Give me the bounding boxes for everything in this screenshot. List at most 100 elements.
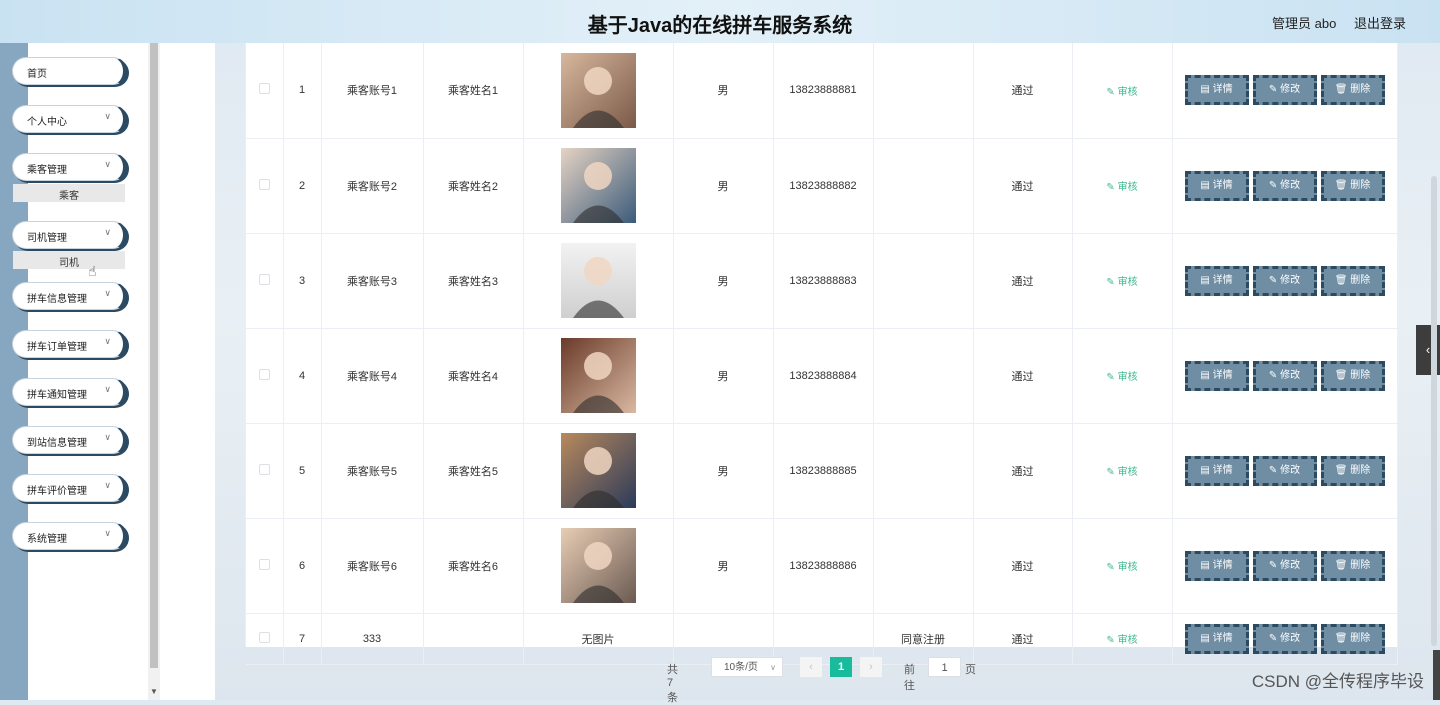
row-checkbox[interactable] (258, 83, 270, 95)
chevron-down-icon: ∨ (104, 384, 111, 394)
sidebar-item-5[interactable]: 拼车信息管理 ∨ (12, 282, 127, 310)
audit-link[interactable]: ✎ 审核 (1106, 635, 1137, 646)
passenger-photo (560, 528, 636, 603)
detail-button[interactable]: ▤ 详情 (1184, 75, 1249, 106)
row-checkbox[interactable] (258, 558, 270, 570)
sidebar-item-label: 个人中心 (27, 117, 67, 128)
content-gutter (160, 43, 215, 700)
detail-button[interactable]: ▤ 详情 (1184, 550, 1249, 581)
goto-page-input[interactable]: 1 (928, 657, 961, 677)
edit-button[interactable]: ✎ 修改 (1252, 455, 1317, 486)
row-index: 1 (298, 84, 306, 97)
passenger-name: 乘客姓名4 (447, 370, 499, 383)
passenger-account: 乘客账号4 (346, 370, 398, 383)
sidebar-item-label: 到站信息管理 (27, 438, 87, 449)
audit-status: 通过 (1011, 85, 1034, 98)
passenger-account: 乘客账号6 (346, 560, 398, 573)
next-page-button[interactable]: › (860, 657, 882, 677)
chevron-down-icon: ∨ (104, 336, 111, 346)
sidebar-item-4[interactable]: 司机管理 ∨ (12, 221, 127, 249)
edit-button[interactable]: ✎ 修改 (1252, 170, 1317, 201)
watermark: CSDN @全传程序毕设 (1251, 672, 1424, 691)
prev-page-button[interactable]: ‹ (800, 657, 822, 677)
row-index: 2 (298, 179, 306, 192)
audit-status: 通过 (1011, 370, 1034, 383)
bottom-scroll-thumb[interactable] (1433, 650, 1440, 700)
row-checkbox[interactable] (258, 463, 270, 475)
edit-button[interactable]: ✎ 修改 (1252, 550, 1317, 581)
audit-link[interactable]: ✎ 审核 (1106, 87, 1137, 98)
sidebar-item-3[interactable]: 乘客管理 ∨ (12, 153, 127, 181)
passenger-phone: 13823888885 (789, 464, 857, 477)
sidebar-item-label: 拼车信息管理 (27, 294, 87, 305)
page-size-select[interactable]: 10条/页 ∨ (711, 657, 783, 677)
chevron-down-icon: ∨ (104, 480, 111, 490)
sidebar-item-1[interactable]: 首页 (12, 57, 127, 85)
audit-link[interactable]: ✎ 审核 (1106, 562, 1137, 573)
sidebar-item-label: 拼车评价管理 (27, 486, 87, 497)
delete-button[interactable]: 🗑 删除 (1320, 170, 1385, 201)
audit-status: 通过 (1011, 633, 1034, 646)
row-checkbox[interactable] (258, 273, 270, 285)
chevron-down-icon: ∨ (104, 159, 111, 169)
delete-button[interactable]: 🗑 删除 (1320, 455, 1385, 486)
detail-button[interactable]: ▤ 详情 (1184, 265, 1249, 296)
passenger-gender: 男 (717, 560, 729, 573)
user-label: 管理员 abo (1272, 16, 1337, 31)
delete-button[interactable]: 🗑 删除 (1320, 75, 1385, 106)
submenu-item[interactable]: 乘客 (13, 184, 125, 202)
sidebar-item-label: 司机管理 (27, 233, 67, 244)
sidebar-item-8[interactable]: 到站信息管理 ∨ (12, 426, 127, 454)
scroll-down-arrow-icon[interactable]: ▼ (150, 687, 158, 696)
audit-link[interactable]: ✎ 审核 (1106, 182, 1137, 193)
detail-button[interactable]: ▤ 详情 (1184, 170, 1249, 201)
chevron-down-icon: ∨ (770, 663, 776, 672)
row-index: 5 (298, 464, 306, 477)
delete-button[interactable]: 🗑 删除 (1320, 265, 1385, 296)
passenger-phone: 13823888886 (789, 559, 857, 572)
sidebar-item-label: 拼车通知管理 (27, 390, 87, 401)
content-scrollbar[interactable] (1428, 43, 1440, 646)
submenu-item[interactable]: 司机 (13, 251, 125, 269)
detail-button[interactable]: ▤ 详情 (1184, 360, 1249, 391)
row-index: 4 (298, 369, 306, 382)
sidebar-strip (0, 43, 28, 700)
edit-button[interactable]: ✎ 修改 (1252, 75, 1317, 106)
edit-button[interactable]: ✎ 修改 (1252, 623, 1317, 654)
row-index: 3 (298, 274, 306, 287)
edit-button[interactable]: ✎ 修改 (1252, 360, 1317, 391)
sidebar-item-7[interactable]: 拼车通知管理 ∨ (12, 378, 127, 406)
sidebar-item-label: 乘客管理 (27, 165, 67, 176)
page-1-button[interactable]: 1 (830, 657, 852, 677)
logout-link[interactable]: 退出登录 (1354, 16, 1406, 31)
delete-button[interactable]: 🗑 删除 (1320, 550, 1385, 581)
row-checkbox[interactable] (258, 368, 270, 380)
detail-button[interactable]: ▤ 详情 (1184, 455, 1249, 486)
sidebar-item-9[interactable]: 拼车评价管理 ∨ (12, 474, 127, 502)
audit-status: 通过 (1011, 180, 1034, 193)
sidebar-item-label: 拼车订单管理 (27, 342, 87, 353)
passenger-account: 乘客账号1 (346, 85, 398, 98)
table-row: 3 乘客账号3 乘客姓名3 男 13823888883 通过 ✎ 审核 ▤ 详情 ✎ 修改 🗑 删… (246, 233, 1398, 329)
edit-button[interactable]: ✎ 修改 (1252, 265, 1317, 296)
total-count: 共 7 条 (667, 664, 678, 704)
sidebar-item-label: 系统管理 (27, 534, 67, 545)
audit-link[interactable]: ✎ 审核 (1106, 277, 1137, 288)
row-checkbox[interactable] (258, 631, 270, 643)
sidebar-scrollbar[interactable]: ▼ (148, 43, 160, 700)
audit-link[interactable]: ✎ 审核 (1106, 467, 1137, 478)
detail-button[interactable]: ▤ 详情 (1184, 623, 1249, 654)
sidebar-item-6[interactable]: 拼车订单管理 ∨ (12, 330, 127, 358)
sidebar-scroll-thumb[interactable] (150, 43, 158, 668)
top-header: 基于Java的在线拼车服务系统 管理员 abo 退出登录 (0, 0, 1440, 43)
passenger-remark: 同意注册 (901, 633, 945, 646)
row-checkbox[interactable] (258, 178, 270, 190)
sidebar-item-10[interactable]: 系统管理 ∨ (12, 522, 127, 550)
delete-button[interactable]: 🗑 删除 (1320, 360, 1385, 391)
content-scroll-thumb[interactable] (1431, 176, 1437, 646)
passenger-name: 乘客姓名1 (447, 85, 499, 98)
audit-link[interactable]: ✎ 审核 (1106, 372, 1137, 383)
goto-prefix: 前往 (904, 664, 915, 692)
delete-button[interactable]: 🗑 删除 (1320, 623, 1385, 654)
sidebar-item-2[interactable]: 个人中心 ∨ (12, 105, 127, 133)
